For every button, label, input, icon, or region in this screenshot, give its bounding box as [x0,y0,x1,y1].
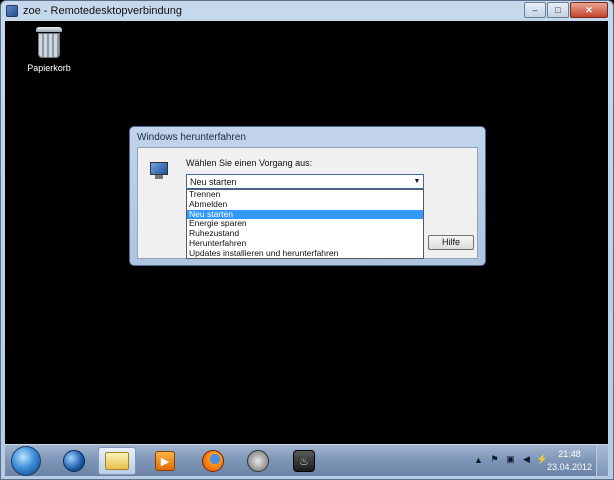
dropdown-selected-value: Neu starten [190,176,237,187]
clock-time: 21:48 [558,449,581,459]
window-controls: ‒ □ ✕ [523,2,608,18]
desktop-icon-recycle-bin[interactable]: Papierkorb [21,27,77,73]
remote-desktop-area: Papierkorb Windows herunterfahren Wählen… [5,21,608,444]
minimize-button[interactable]: ‒ [524,2,546,18]
dialog-title: Windows herunterfahren [137,132,246,143]
computer-icon [150,162,172,182]
desktop-icon-label: Papierkorb [27,63,71,73]
taskbar-item-firefox[interactable] [194,447,232,475]
window-titlebar[interactable]: zoe - Remotedesktopverbindung ‒ □ ✕ [1,1,613,21]
dialog-body: Wählen Sie einen Vorgang aus: Neu starte… [137,147,478,259]
start-button[interactable] [11,446,41,476]
window-title: zoe - Remotedesktopverbindung [23,5,182,17]
show-hidden-icons-icon[interactable]: ▲ [473,454,484,465]
shutdown-dialog: Windows herunterfahren Wählen Sie einen … [129,126,486,266]
chevron-down-icon[interactable]: ▼ [411,175,423,188]
action-center-flag-icon[interactable]: ⚑ [489,454,500,465]
system-tray: ▲ ⚑ ▣ ◀ ⚡ [468,454,548,465]
taskbar-item-internet-explorer[interactable] [55,447,93,475]
prompt-label: Wählen Sie einen Vorgang aus: [186,158,313,168]
dropdown-option-list: Trennen Abmelden Neu starten Energie spa… [186,189,424,259]
taskbar-item-steam[interactable]: ♨ [285,447,323,475]
steam-icon: ♨ [293,450,315,472]
internet-explorer-icon [63,450,85,472]
taskbar: ▶ ♨ ▲ ⚑ ▣ ◀ ⚡ 21:48 23.04.2012 [5,444,608,476]
taskbar-item-tool-app[interactable] [239,447,277,475]
option-update-and-shut-down[interactable]: Updates installieren und herunterfahren [187,248,423,259]
action-dropdown[interactable]: Neu starten ▼ [186,174,424,189]
media-player-icon: ▶ [155,451,175,471]
taskbar-clock[interactable]: 21:48 23.04.2012 [547,448,592,474]
network-icon[interactable]: ▣ [505,454,516,465]
taskbar-item-media-player[interactable]: ▶ [146,447,184,475]
firefox-icon [202,450,224,472]
taskbar-item-explorer[interactable] [98,447,136,475]
tool-app-icon [247,450,269,472]
volume-icon[interactable]: ◀ [521,454,532,465]
help-button[interactable]: Hilfe [428,235,474,250]
recycle-bin-icon [36,27,62,59]
maximize-button[interactable]: □ [547,2,569,18]
explorer-folder-icon [105,452,129,470]
show-desktop-button[interactable] [596,445,608,476]
clock-date: 23.04.2012 [546,462,592,472]
close-button[interactable]: ✕ [570,2,608,18]
remote-desktop-app-icon [6,5,18,17]
